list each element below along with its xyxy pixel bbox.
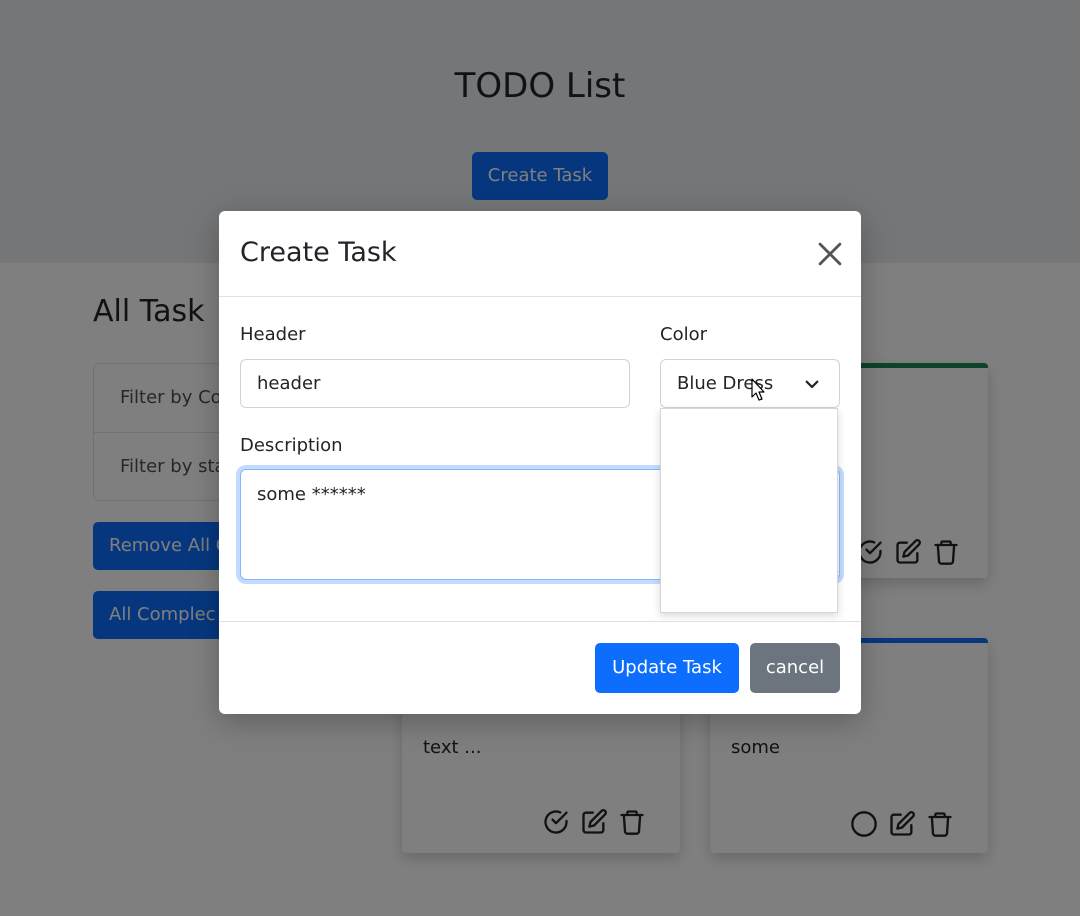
cancel-button[interactable]: cancel — [750, 643, 840, 693]
mouse-cursor-icon — [751, 378, 765, 401]
update-task-button[interactable]: Update Task — [595, 643, 739, 693]
header-label: Header — [240, 324, 306, 345]
description-label: Description — [240, 435, 343, 456]
modal-title: Create Task — [240, 237, 397, 268]
modal-header: Create Task — [219, 211, 861, 297]
color-label: Color — [660, 324, 707, 345]
close-icon — [818, 242, 842, 266]
close-button[interactable] — [813, 237, 847, 271]
header-input[interactable] — [240, 359, 630, 408]
chevron-down-icon — [805, 380, 819, 389]
color-dropdown-list[interactable] — [660, 408, 838, 613]
create-task-modal: Create Task Header Color Blue Dress Desc… — [219, 211, 861, 714]
modal-footer: Update Task cancel — [219, 621, 861, 714]
